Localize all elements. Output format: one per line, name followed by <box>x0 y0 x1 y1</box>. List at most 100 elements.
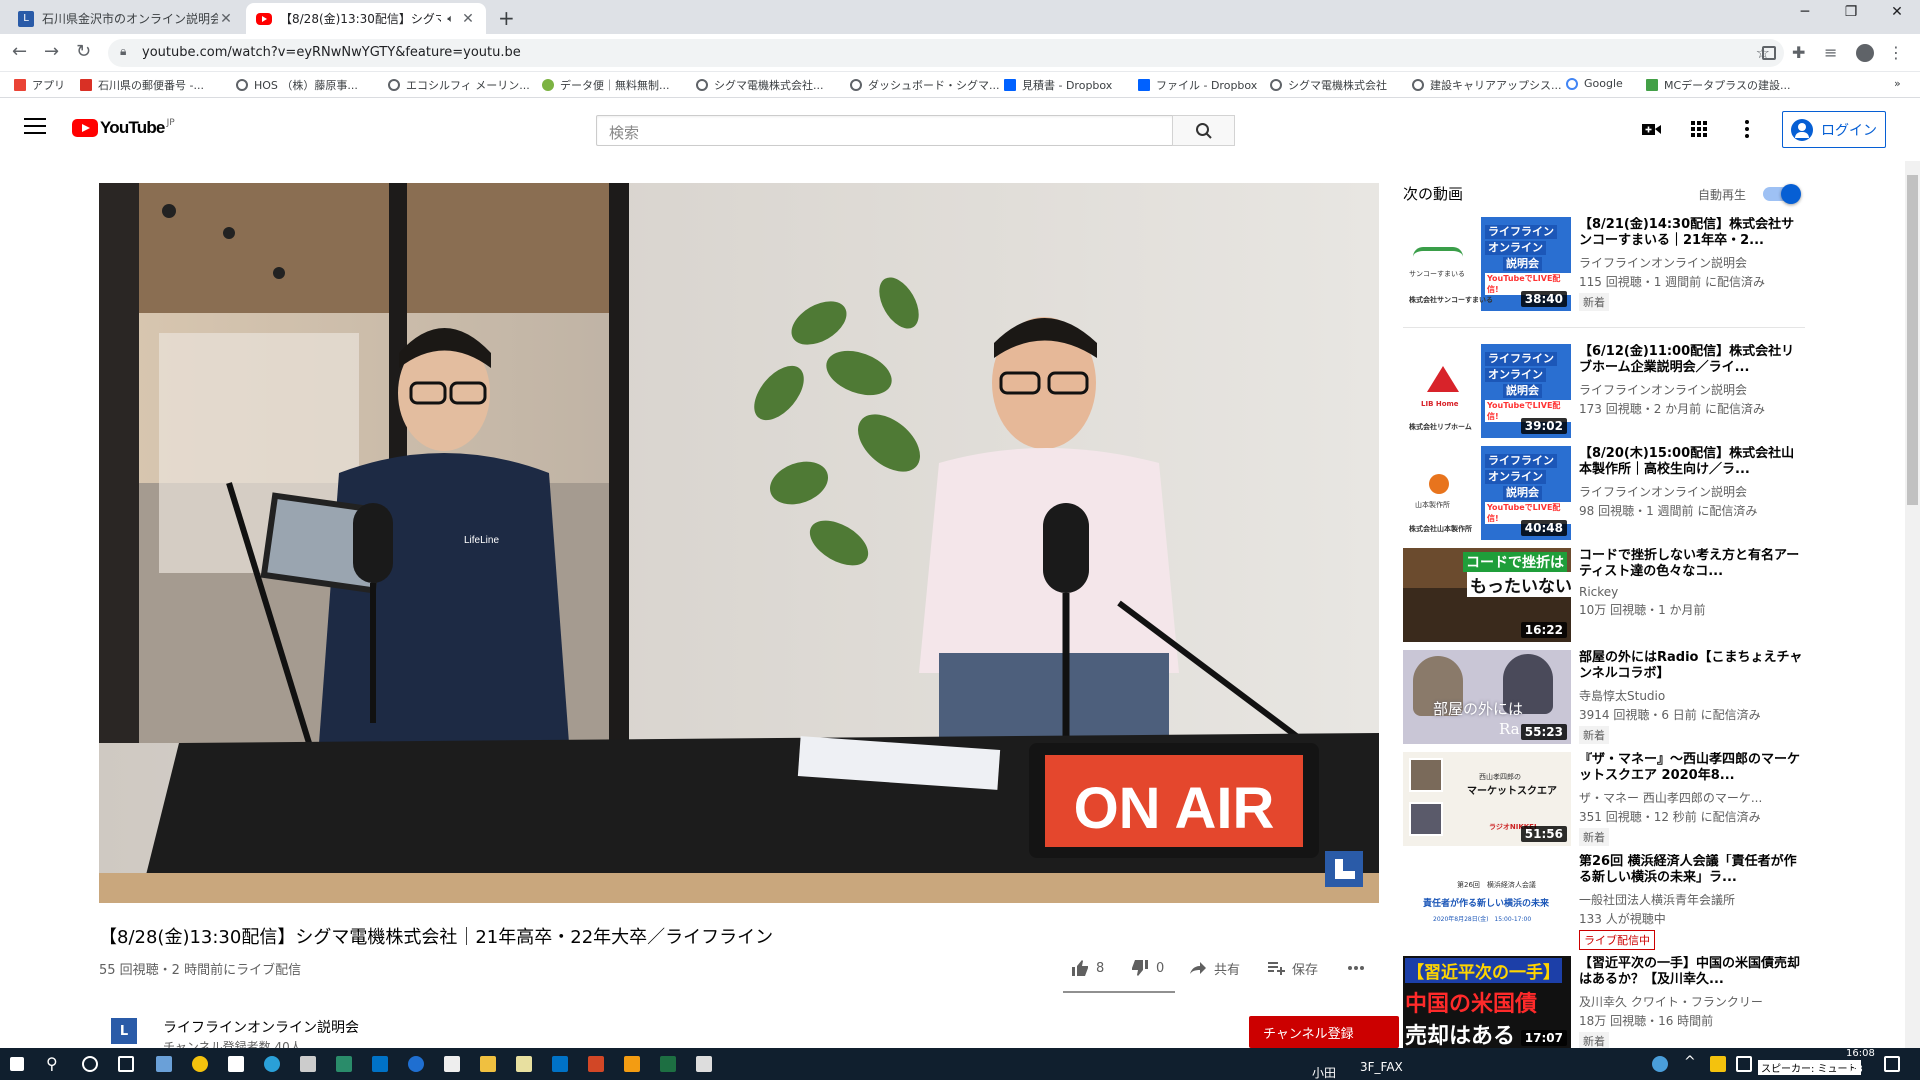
chrome-icon[interactable] <box>192 1056 208 1072</box>
address-bar[interactable]: 🔒︎ youtube.com/watch?v=eyRNwNwYGTY&featu… <box>108 39 1784 67</box>
speaker-icon[interactable]: 🔈︎ <box>447 12 454 26</box>
help-icon[interactable] <box>1652 1056 1668 1072</box>
reading-list-icon[interactable]: ≡ <box>1824 43 1837 62</box>
file-explorer-icon[interactable] <box>480 1056 496 1072</box>
search-icon[interactable]: ⚲ <box>46 1054 58 1073</box>
subscribe-button[interactable]: チャンネル登録 <box>1249 1016 1399 1048</box>
video-thumbnail[interactable]: 第26回 横浜経済人会議 責任者が作る新しい横浜の未来 2020年8月28日(金… <box>1403 854 1571 948</box>
bookmark-item[interactable]: 見積書 - Dropbox <box>1004 77 1112 93</box>
video-title[interactable]: 【6/12(金)11:00配信】株式会社リブホーム企業説明会／ライ... <box>1579 344 1805 376</box>
video-thumbnail[interactable]: 【習近平次の一手】 中国の米国債 売却はある 17:07 <box>1403 956 1571 1050</box>
like-button[interactable]: 8 <box>1070 958 1104 978</box>
close-tab-icon[interactable]: ✕ <box>460 11 476 27</box>
video-title[interactable]: 『ザ・マネー』～西山孝四郎のマーケットスクエア 2020年8... <box>1579 752 1805 784</box>
outlook-icon[interactable] <box>372 1056 388 1072</box>
puzzle-icon[interactable]: ✚ <box>1792 43 1805 62</box>
forward-icon[interactable]: → <box>44 41 59 62</box>
channel-name[interactable]: 寺島惇太Studio <box>1579 687 1805 704</box>
cortana-icon[interactable] <box>82 1056 98 1072</box>
bookmark-item[interactable]: ダッシュボード・シグマ... <box>850 77 1000 93</box>
recommended-video[interactable]: 部屋の外には Ra 55:23 部屋の外にはRadio【こまちょえチャンネルコラ… <box>1403 650 1805 744</box>
more-bookmarks-button[interactable]: » <box>1894 77 1901 90</box>
profile-icon[interactable] <box>1856 44 1874 62</box>
app-icon[interactable] <box>156 1056 172 1072</box>
chevron-up-icon[interactable]: ^ <box>1684 1054 1696 1070</box>
restore-icon[interactable]: ❐ <box>1828 4 1874 20</box>
save-button[interactable]: 保存 <box>1266 958 1318 978</box>
recommended-video[interactable]: 西山孝四郎の マーケットスクエア ラジオNIKKEI 51:56 『ザ・マネー』… <box>1403 752 1805 846</box>
video-title[interactable]: 【習近平次の一手】中国の米国債売却はあるか？【及川幸久... <box>1579 956 1805 988</box>
video-thumbnail[interactable]: サンコーすまいる ライフライン オンライン 説明会 YouTubeでLIVE配信… <box>1403 217 1571 311</box>
edge-icon[interactable] <box>264 1056 280 1072</box>
powerpoint-icon[interactable] <box>588 1056 604 1072</box>
bookmark-item[interactable]: 石川県の郵便番号 -... <box>80 77 204 93</box>
search-input[interactable]: 検索 <box>596 115 1174 146</box>
video-player[interactable]: LifeLine ON AIR <box>99 183 1379 903</box>
recommended-video[interactable]: 【習近平次の一手】 中国の米国債 売却はある 17:07 【習近平次の一手】中国… <box>1403 956 1805 1050</box>
bookmark-item[interactable]: ファイル - Dropbox <box>1138 77 1257 93</box>
app-icon[interactable] <box>228 1056 244 1072</box>
dislike-button[interactable]: 0 <box>1130 958 1164 978</box>
tab-inactive[interactable]: L 石川県金沢市のオンライン説明会な ✕ <box>8 3 244 34</box>
recommended-video[interactable]: LIB Home ライフライン オンライン 説明会 YouTubeでLIVE配信… <box>1403 344 1805 438</box>
bookmark-item[interactable]: Google <box>1566 77 1623 90</box>
new-tab-button[interactable]: + <box>498 6 515 30</box>
video-thumbnail[interactable]: LIB Home ライフライン オンライン 説明会 YouTubeでLIVE配信… <box>1403 344 1571 438</box>
channel-name[interactable]: ライフラインオンライン説明会 <box>1579 254 1805 271</box>
app-icon[interactable] <box>624 1056 640 1072</box>
create-video-icon[interactable] <box>1640 118 1662 140</box>
youtube-logo[interactable]: YouTube JP <box>72 118 175 138</box>
ie-icon[interactable] <box>408 1056 424 1072</box>
recommended-video[interactable]: 山本製作所 ライフライン オンライン 説明会 YouTubeでLIVE配信! 株… <box>1403 446 1805 540</box>
notification-icon[interactable] <box>1884 1056 1900 1072</box>
app-icon[interactable] <box>516 1056 532 1072</box>
windows-start-icon[interactable] <box>10 1057 24 1071</box>
video-title[interactable]: 第26回 横浜経済人会議「責任者が作る新しい横浜の未来」ラ... <box>1579 854 1805 886</box>
reload-icon[interactable]: ↻ <box>76 41 91 62</box>
share-button[interactable]: 共有 <box>1188 958 1240 978</box>
channel-name[interactable]: ライフラインオンライン説明会 <box>1579 483 1805 500</box>
channel-name[interactable]: ライフラインオンライン説明会 <box>163 1017 359 1037</box>
channel-name[interactable]: ライフラインオンライン説明会 <box>1579 381 1805 398</box>
tray-app-icon[interactable] <box>1710 1056 1726 1072</box>
network-icon[interactable] <box>1736 1056 1752 1072</box>
video-thumbnail[interactable]: コードで挫折は もったいない! 16:22 <box>1403 548 1571 642</box>
clock-date[interactable]: 28 <box>1850 1064 1863 1075</box>
extension-icon[interactable] <box>1762 46 1776 60</box>
channel-name[interactable]: 及川幸久 クワイト・フランクリー <box>1579 993 1805 1010</box>
autoplay-toggle[interactable] <box>1763 184 1801 204</box>
channel-watermark-icon[interactable] <box>1325 851 1363 887</box>
channel-name[interactable]: 一般社団法人横浜青年会議所 <box>1579 891 1805 908</box>
bookmark-item[interactable]: MCデータプラスの建設... <box>1646 77 1790 93</box>
bookmark-item[interactable]: エコシルフィ メーリン... <box>388 77 530 93</box>
channel-name[interactable]: ザ・マネー 西山孝四郎のマーケ... <box>1579 789 1805 806</box>
close-window-icon[interactable]: ✕ <box>1874 4 1920 20</box>
more-actions-button[interactable] <box>1346 958 1372 978</box>
video-title[interactable]: コードで挫折しない考え方と有名アーティスト達の色々なコ... <box>1579 548 1805 580</box>
video-thumbnail[interactable]: 西山孝四郎の マーケットスクエア ラジオNIKKEI 51:56 <box>1403 752 1571 846</box>
close-tab-icon[interactable]: ✕ <box>218 11 234 27</box>
bookmark-item[interactable]: データ便｜無料無制... <box>542 77 670 93</box>
bookmark-item[interactable]: シグマ電機株式会社... <box>696 77 824 93</box>
video-title[interactable]: 部屋の外にはRadio【こまちょえチャンネルコラボ】 <box>1579 650 1805 682</box>
task-view-icon[interactable] <box>118 1056 134 1072</box>
settings-more-icon[interactable] <box>1736 118 1758 140</box>
channel-avatar[interactable]: L <box>111 1018 137 1044</box>
back-icon[interactable]: ← <box>12 41 27 62</box>
bookmark-item[interactable]: シグマ電機株式会社 <box>1270 77 1387 93</box>
recommended-video[interactable]: サンコーすまいる ライフライン オンライン 説明会 YouTubeでLIVE配信… <box>1403 217 1805 311</box>
video-thumbnail[interactable]: 山本製作所 ライフライン オンライン 説明会 YouTubeでLIVE配信! 株… <box>1403 446 1571 540</box>
bookmark-apps[interactable]: アプリ <box>14 77 65 93</box>
video-title[interactable]: 【8/21(金)14:30配信】株式会社サンコーすまいる｜21年卒・2... <box>1579 217 1805 249</box>
video-thumbnail[interactable]: 部屋の外には Ra 55:23 <box>1403 650 1571 744</box>
store-icon[interactable] <box>300 1056 316 1072</box>
taskbar-fax[interactable]: 3F_FAX <box>1360 1060 1403 1074</box>
clock-time[interactable]: 16:08 <box>1846 1048 1875 1059</box>
search-button[interactable] <box>1172 115 1235 146</box>
recommended-video[interactable]: 第26回 横浜経済人会議 責任者が作る新しい横浜の未来 2020年8月28日(金… <box>1403 854 1805 950</box>
excel-icon[interactable] <box>660 1056 676 1072</box>
outlook-icon[interactable] <box>552 1056 568 1072</box>
app-icon[interactable] <box>696 1056 712 1072</box>
video-title[interactable]: 【8/20(木)15:00配信】株式会社山本製作所｜高校生向け／ラ... <box>1579 446 1805 478</box>
recommended-video[interactable]: コードで挫折は もったいない! 16:22 コードで挫折しない考え方と有名アーテ… <box>1403 548 1805 642</box>
